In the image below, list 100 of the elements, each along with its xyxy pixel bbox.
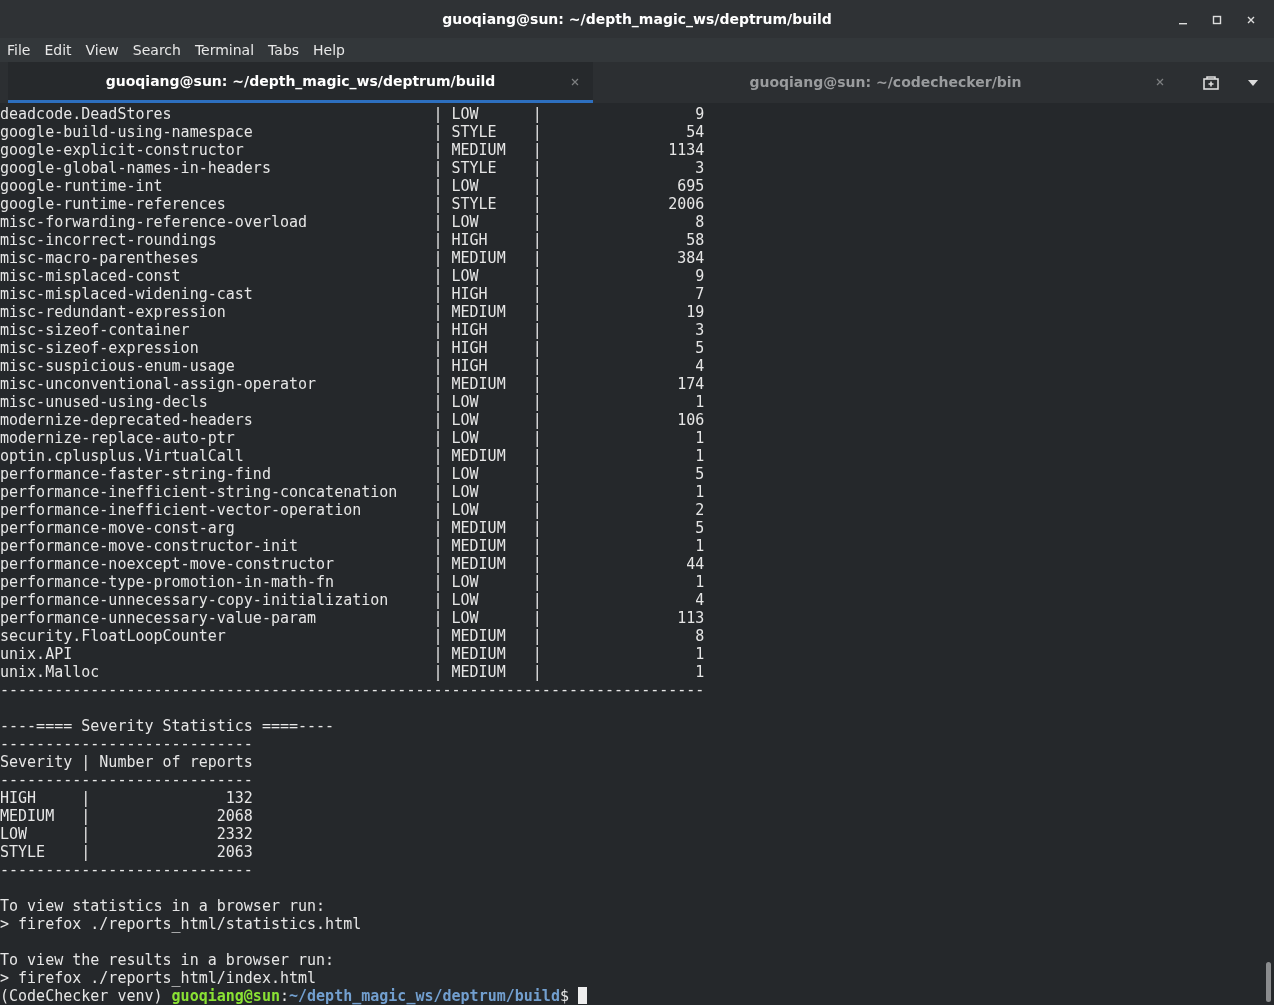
column-separator: | bbox=[433, 501, 443, 519]
output-line: ------------------------------------------------------------------------------ bbox=[0, 681, 705, 699]
checker-name: optin.cplusplus.VirtualCall bbox=[0, 447, 245, 465]
severity-level: LOW bbox=[451, 609, 479, 627]
output-line: ---------------------------- bbox=[0, 735, 253, 753]
checker-name: performance-type-promotion-in-math-fn bbox=[0, 573, 336, 591]
checker-name: modernize-deprecated-headers bbox=[0, 411, 254, 429]
report-count: 19 bbox=[686, 303, 705, 321]
menu-item[interactable]: Search bbox=[125, 39, 188, 61]
checker-name: misc-incorrect-roundings bbox=[0, 231, 218, 249]
checker-name: misc-sizeof-container bbox=[0, 321, 191, 339]
checker-name: misc-misplaced-widening-cast bbox=[0, 285, 254, 303]
column-separator: | bbox=[433, 537, 443, 555]
column-separator: | bbox=[532, 609, 542, 627]
report-count: 44 bbox=[686, 555, 705, 573]
column-separator: | bbox=[532, 159, 542, 177]
report-count: 1134 bbox=[668, 141, 705, 159]
menu-item[interactable]: Edit bbox=[37, 39, 79, 61]
checker-name: google-build-using-namespace bbox=[0, 123, 254, 141]
menu-item[interactable]: Terminal bbox=[187, 39, 262, 61]
column-separator: | bbox=[532, 303, 542, 321]
report-count: 1 bbox=[695, 429, 705, 447]
report-count: 113 bbox=[677, 609, 705, 627]
severity-level: MEDIUM bbox=[451, 519, 506, 537]
severity-level: MEDIUM bbox=[0, 807, 56, 825]
output-line: > firefox ./reports_html/index.html bbox=[0, 969, 317, 987]
column-separator: | bbox=[433, 645, 443, 663]
column-separator: | bbox=[532, 123, 542, 141]
severity-level: LOW bbox=[451, 177, 479, 195]
column-separator: | bbox=[532, 321, 542, 339]
report-count: 1 bbox=[695, 537, 705, 555]
report-count: 1 bbox=[695, 573, 705, 591]
severity-level: STYLE bbox=[451, 159, 497, 177]
prompt-symbol: $ bbox=[559, 987, 569, 1005]
severity-level: HIGH bbox=[451, 231, 488, 249]
menu-item[interactable]: Tabs bbox=[261, 39, 307, 61]
checker-name: performance-noexcept-move-constructor bbox=[0, 555, 336, 573]
maximize-icon[interactable] bbox=[1212, 14, 1222, 25]
column-separator: | bbox=[433, 465, 443, 483]
severity-level: MEDIUM bbox=[451, 249, 506, 267]
column-separator: | bbox=[532, 645, 542, 663]
checker-name: security.FloatLoopCounter bbox=[0, 627, 227, 645]
scrollbar-thumb[interactable] bbox=[1266, 962, 1271, 1002]
severity-level: STYLE bbox=[451, 123, 497, 141]
close-icon[interactable] bbox=[1246, 14, 1256, 25]
column-separator: | bbox=[532, 519, 542, 537]
report-count: 8 bbox=[695, 627, 705, 645]
output-line: ---------------------------- bbox=[0, 861, 253, 879]
column-separator: | bbox=[433, 285, 443, 303]
report-count: 3 bbox=[695, 159, 705, 177]
column-separator: | bbox=[532, 483, 542, 501]
column-separator: | bbox=[433, 483, 443, 501]
column-separator: | bbox=[532, 231, 542, 249]
severity-level: LOW bbox=[451, 483, 479, 501]
checker-name: google-global-names-in-headers bbox=[0, 159, 272, 177]
column-separator: | bbox=[532, 393, 542, 411]
severity-level: HIGH bbox=[451, 321, 488, 339]
severity-level: LOW bbox=[451, 591, 479, 609]
checker-name: misc-unused-using-decls bbox=[0, 393, 209, 411]
column-separator: | bbox=[433, 303, 443, 321]
checker-name: misc-suspicious-enum-usage bbox=[0, 357, 236, 375]
report-count: 9 bbox=[695, 105, 705, 123]
prompt-separator: : bbox=[279, 987, 289, 1005]
column-separator: | bbox=[81, 789, 91, 807]
checker-name: misc-macro-parentheses bbox=[0, 249, 200, 267]
checker-name: unix.API bbox=[0, 645, 74, 663]
checker-name: unix.Malloc bbox=[0, 663, 101, 681]
menu-item[interactable]: File bbox=[0, 39, 38, 61]
severity-level: STYLE bbox=[0, 843, 47, 861]
column-separator: | bbox=[433, 627, 443, 645]
menu-item[interactable]: View bbox=[78, 39, 126, 61]
report-count: 2068 bbox=[216, 807, 253, 825]
checker-name: google-runtime-references bbox=[0, 195, 227, 213]
report-count: 8 bbox=[695, 213, 705, 231]
report-count: 4 bbox=[695, 591, 705, 609]
column-separator: | bbox=[532, 357, 542, 375]
output-line: To view statistics in a browser run: bbox=[0, 897, 326, 915]
column-separator: | bbox=[433, 375, 443, 393]
column-separator: | bbox=[532, 465, 542, 483]
report-count: 132 bbox=[225, 789, 253, 807]
report-count: 7 bbox=[695, 285, 705, 303]
column-separator: | bbox=[532, 141, 542, 159]
terminal-tab[interactable]: guoqiang@sun: ~/depth_magic_ws/deptrum/build bbox=[8, 62, 593, 103]
prompt-path: ~/depth_magic_ws/deptrum/build bbox=[289, 987, 560, 1005]
report-count: 1 bbox=[695, 645, 705, 663]
column-separator: | bbox=[433, 663, 443, 681]
severity-level: MEDIUM bbox=[451, 141, 506, 159]
report-count: 2063 bbox=[216, 843, 253, 861]
menu-item[interactable]: Help bbox=[306, 39, 352, 61]
column-separator: | bbox=[433, 393, 443, 411]
column-separator: | bbox=[532, 267, 542, 285]
severity-level: LOW bbox=[451, 105, 479, 123]
column-separator: | bbox=[532, 339, 542, 357]
report-count: 106 bbox=[677, 411, 705, 429]
column-separator: | bbox=[433, 267, 443, 285]
checker-name: performance-faster-string-find bbox=[0, 465, 272, 483]
column-separator: | bbox=[532, 627, 542, 645]
report-count: 384 bbox=[677, 249, 705, 267]
checker-name: deadcode.DeadStores bbox=[0, 105, 173, 123]
column-separator: | bbox=[532, 447, 542, 465]
